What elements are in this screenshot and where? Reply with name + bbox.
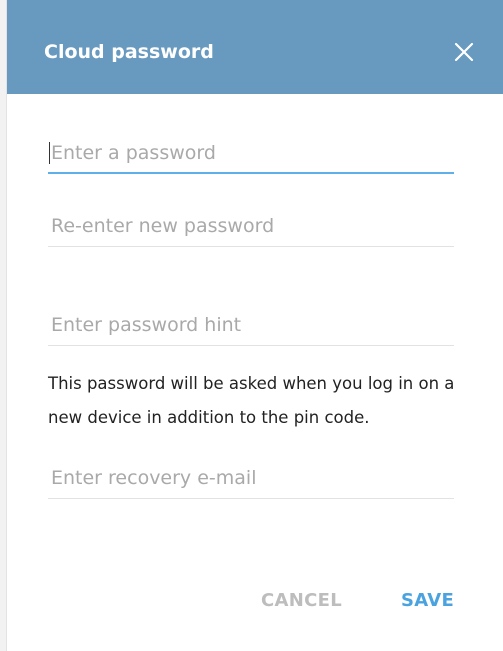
- close-icon: [454, 42, 474, 62]
- text-caret: [49, 142, 50, 164]
- password-underline: [48, 172, 454, 174]
- password-hint-field: [48, 306, 454, 346]
- password-hint-input[interactable]: [48, 306, 454, 344]
- save-button[interactable]: SAVE: [401, 588, 454, 614]
- confirm-password-input[interactable]: [48, 207, 454, 245]
- background-window-edge: [0, 0, 7, 651]
- cancel-button[interactable]: CANCEL: [261, 588, 342, 614]
- confirm-password-field: [48, 207, 454, 247]
- confirm-password-underline: [48, 246, 454, 247]
- dialog-title: Cloud password: [44, 41, 214, 63]
- recovery-email-input[interactable]: [48, 459, 454, 497]
- close-button[interactable]: [450, 38, 478, 66]
- dialog-header: Cloud password: [7, 0, 503, 94]
- password-hint-underline: [48, 345, 454, 346]
- password-input[interactable]: [48, 134, 454, 172]
- password-info-text: This password will be asked when you log…: [48, 374, 455, 427]
- recovery-email-field: [48, 459, 454, 499]
- recovery-email-underline: [48, 498, 454, 499]
- cloud-password-dialog: Cloud password This password will be ask…: [7, 0, 503, 651]
- password-field: [48, 134, 454, 174]
